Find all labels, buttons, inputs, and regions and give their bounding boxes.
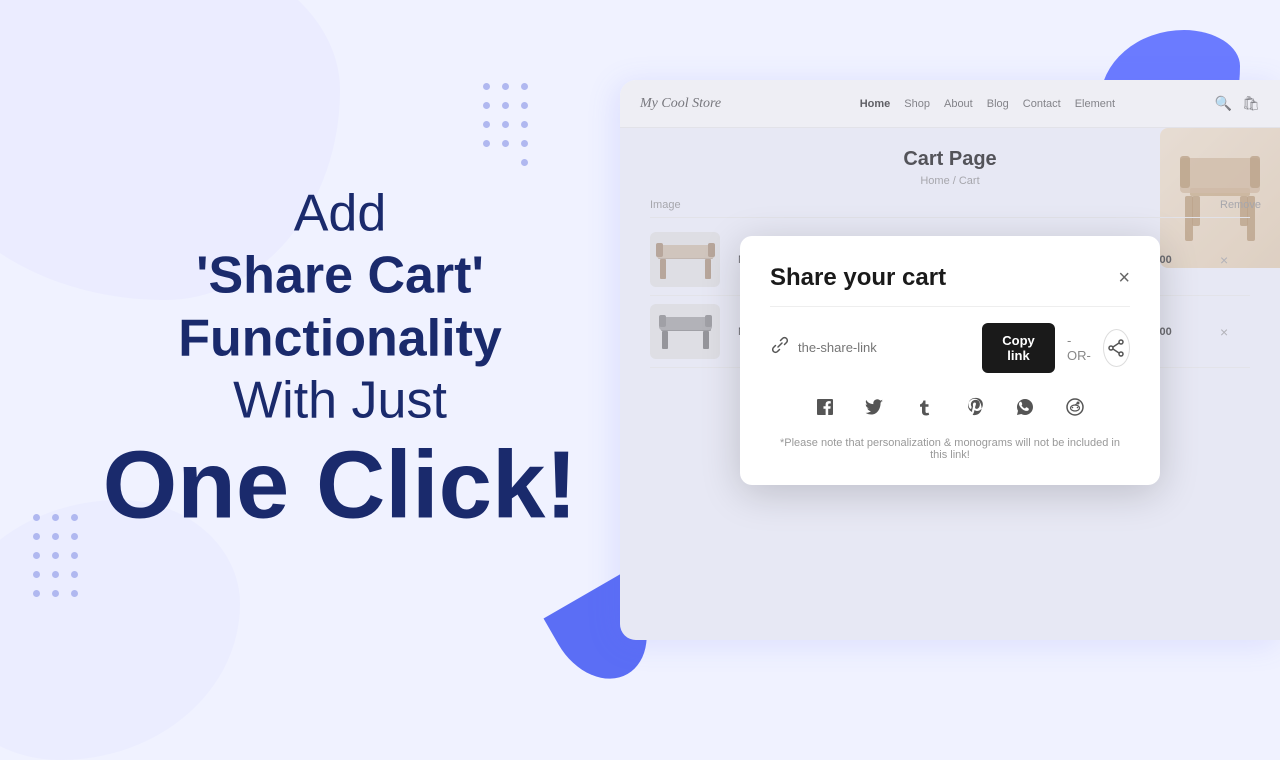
facebook-share-icon[interactable] (807, 389, 843, 425)
reddit-share-icon[interactable] (1057, 389, 1093, 425)
pinterest-share-icon[interactable] (957, 389, 993, 425)
text-share-cart: 'Share Cart' Functionality (60, 245, 620, 370)
whatsapp-share-icon[interactable] (1007, 389, 1043, 425)
modal-header: Share your cart × (770, 264, 1130, 307)
modal-note: *Please note that personalization & mono… (770, 437, 1130, 461)
copy-link-button[interactable]: Copy link (982, 323, 1055, 373)
or-divider: -OR- (1067, 333, 1091, 363)
social-icons-row (770, 389, 1130, 425)
text-one-click: One Click! (60, 432, 620, 538)
tumblr-share-icon[interactable] (907, 389, 943, 425)
share-modal: Share your cart × Copy link -OR- (740, 236, 1160, 485)
modal-title: Share your cart (770, 264, 946, 292)
text-add: Add (60, 182, 620, 244)
dots-top (480, 80, 531, 169)
text-with-just: With Just (60, 370, 620, 432)
modal-overlay: Share your cart × Copy link -OR- (620, 80, 1280, 640)
close-button[interactable]: × (1118, 268, 1130, 288)
share-icon-button[interactable] (1103, 329, 1130, 367)
share-link-input[interactable] (798, 340, 974, 355)
browser-mockup: My Cool Store Home Shop About Blog Conta… (620, 80, 1280, 640)
link-icon (770, 335, 790, 360)
left-panel: Add 'Share Cart' Functionality With Just… (60, 182, 620, 537)
share-link-row: Copy link -OR- (770, 323, 1130, 373)
twitter-share-icon[interactable] (857, 389, 893, 425)
